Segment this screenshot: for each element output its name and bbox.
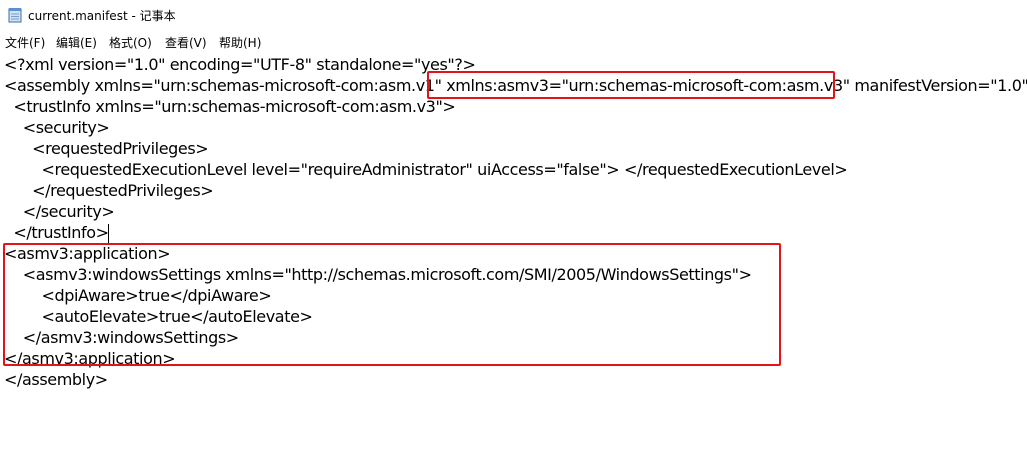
menu-file[interactable]: 文件(F)	[5, 34, 45, 51]
window-title: current.manifest - 记事本	[28, 9, 176, 23]
title-bar: current.manifest - 记事本	[0, 0, 1027, 31]
editor-line: <?xml version="1.0" encoding="UTF-8" sta…	[4, 55, 476, 74]
editor-line: <requestedExecutionLevel level="requireA…	[4, 160, 848, 179]
menu-edit[interactable]: 编辑(E)	[56, 34, 97, 51]
editor-line: </requestedPrivileges>	[4, 181, 214, 200]
editor-line: <trustInfo xmlns="urn:schemas-microsoft-…	[4, 97, 456, 116]
notepad-icon	[8, 8, 22, 23]
menu-format[interactable]: 格式(O)	[109, 34, 152, 51]
text-caret	[108, 224, 109, 243]
highlight-box-application	[3, 243, 781, 366]
editor-line: </security>	[4, 202, 115, 221]
editor-line: </assembly>	[4, 370, 108, 389]
text-editor[interactable]: <?xml version="1.0" encoding="UTF-8" sta…	[0, 53, 1027, 464]
menu-bar: 文件(F) 编辑(E) 格式(O) 查看(V) 帮助(H)	[0, 31, 1027, 53]
menu-view[interactable]: 查看(V)	[165, 34, 207, 51]
menu-help[interactable]: 帮助(H)	[219, 34, 261, 51]
editor-line: <security>	[4, 118, 110, 137]
editor-line: </trustInfo>	[4, 223, 109, 242]
highlight-box-xmlns-asmv3	[427, 71, 835, 99]
editor-line: <requestedPrivileges>	[4, 139, 209, 158]
